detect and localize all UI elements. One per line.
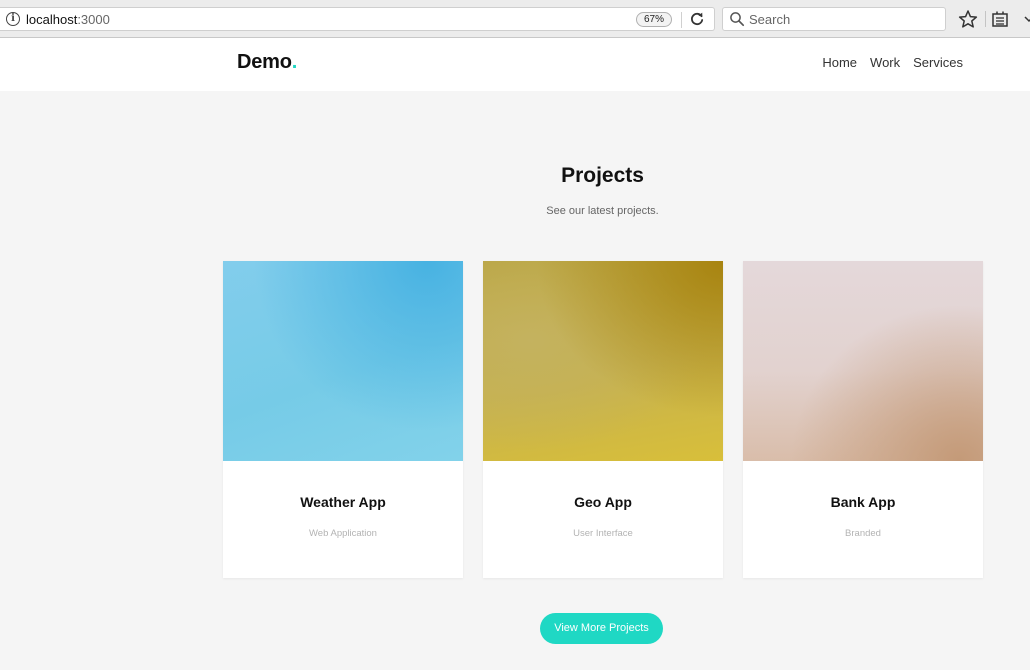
view-more-projects-button[interactable]: View More Projects xyxy=(540,613,663,644)
nav-link-work[interactable]: Work xyxy=(870,55,900,70)
project-image xyxy=(223,261,463,461)
url-host: localhost xyxy=(26,12,78,27)
logo[interactable]: Demo. xyxy=(237,51,297,74)
project-title: Bank App xyxy=(830,494,896,510)
bookmark-star-icon[interactable] xyxy=(958,9,978,29)
logo-text: Demo xyxy=(237,51,292,73)
nav-link-home[interactable]: Home xyxy=(822,55,857,70)
project-card-weather[interactable]: Weather App Web Application xyxy=(223,261,463,578)
project-title: Weather App xyxy=(300,494,386,510)
info-icon[interactable]: i xyxy=(6,12,20,26)
address-bar-divider xyxy=(681,12,682,28)
browser-toolbar: i localhost:3000 67% xyxy=(0,0,1030,38)
project-category: Branded xyxy=(845,528,881,539)
search-icon xyxy=(730,12,745,27)
project-card-bank[interactable]: Bank App Branded xyxy=(743,261,983,578)
zoom-level-badge[interactable]: 67% xyxy=(636,12,673,27)
browser-search-input[interactable] xyxy=(749,10,939,28)
project-title: Geo App xyxy=(574,494,632,510)
main-nav: Home Work Services xyxy=(822,55,963,70)
url-port: :3000 xyxy=(77,12,110,27)
reload-icon[interactable] xyxy=(689,11,705,27)
section-subtitle: See our latest projects. xyxy=(546,205,659,217)
section-title: Projects xyxy=(561,164,644,187)
project-card-geo[interactable]: Geo App User Interface xyxy=(483,261,723,578)
overflow-chevron-icon[interactable] xyxy=(1022,13,1030,25)
nav-link-services[interactable]: Services xyxy=(913,55,963,70)
project-category: User Interface xyxy=(573,528,633,539)
logo-dot: . xyxy=(291,51,298,73)
toolbar-divider xyxy=(985,11,986,27)
project-image xyxy=(743,261,983,461)
library-icon[interactable] xyxy=(991,10,1009,28)
project-category: Web Application xyxy=(309,528,377,539)
site-header: Demo. Home Work Services xyxy=(0,38,1030,91)
address-bar[interactable]: i localhost:3000 67% xyxy=(0,7,715,31)
project-image xyxy=(483,261,723,461)
browser-search-box[interactable] xyxy=(722,7,946,31)
url-text: localhost:3000 xyxy=(26,12,110,27)
